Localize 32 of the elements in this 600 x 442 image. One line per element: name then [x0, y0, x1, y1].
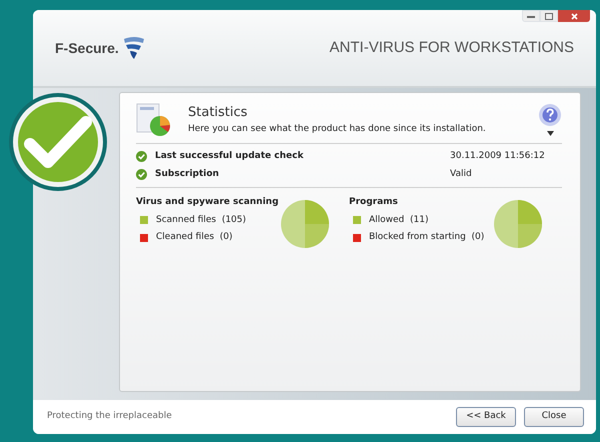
legend-label: Scanned files (105)	[156, 214, 246, 226]
maximize-button[interactable]	[540, 10, 558, 22]
legend-label: Allowed (11)	[369, 214, 428, 226]
product-title: ANTI-VIRUS FOR WORKSTATIONS	[330, 38, 574, 58]
section-title: Statistics	[188, 104, 248, 122]
statistics-icon	[136, 103, 172, 137]
shield-logo-icon	[122, 36, 145, 60]
legend-label: Cleaned files (0)	[156, 231, 233, 244]
back-button[interactable]: << Back	[456, 407, 516, 427]
pie-chart-drawing	[281, 200, 329, 248]
maximize-icon	[545, 12, 553, 20]
status-value: 30.11.2009 11:56:12	[450, 150, 546, 163]
pie-chart-drawing	[494, 200, 542, 248]
help-icon[interactable]	[538, 103, 562, 127]
close-button[interactable]	[558, 10, 590, 22]
group-title: Virus and spyware scanning	[136, 196, 280, 209]
close-icon	[570, 12, 578, 20]
minimize-icon	[527, 14, 535, 18]
status-label: Subscription	[155, 168, 219, 180]
group-title: Programs	[349, 196, 399, 209]
section-description: Here you can see what the product has done since its installation.	[188, 122, 487, 136]
status-value: Valid	[450, 168, 473, 180]
dropdown-arrow-icon[interactable]	[546, 131, 554, 136]
minimize-button[interactable]	[522, 10, 540, 22]
tagline: Protecting the irreplaceable	[47, 410, 172, 424]
brand-logo-text: F-Secure.	[55, 38, 119, 58]
status-label: Last successful update check	[155, 150, 304, 163]
close-dialog-button[interactable]: Close	[524, 407, 584, 427]
check-icon	[136, 168, 147, 180]
check-badge-icon	[8, 92, 108, 192]
legend-label: Blocked from starting (0)	[369, 231, 484, 244]
check-icon	[136, 151, 147, 162]
